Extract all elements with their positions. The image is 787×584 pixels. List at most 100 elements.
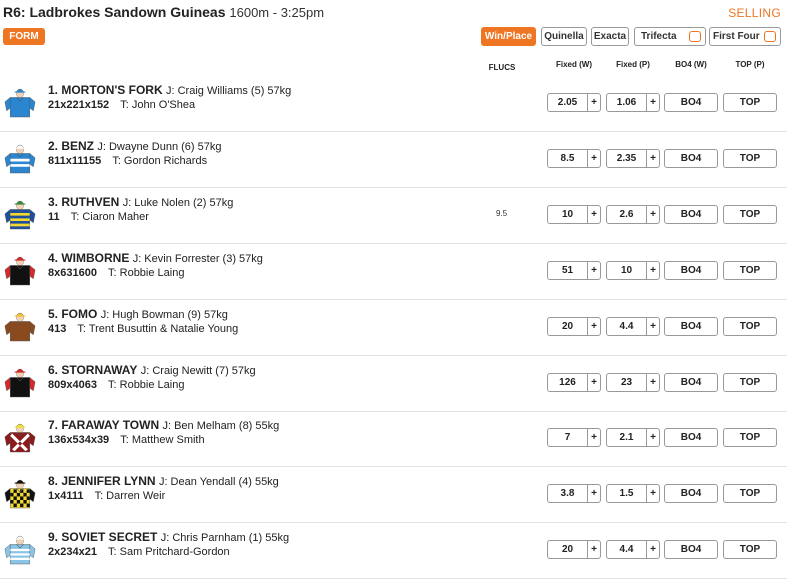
fixed-win-odds-button[interactable]: 2.05 + <box>547 93 601 112</box>
bo4-win-button[interactable]: BO4 <box>664 93 718 112</box>
tab-quinella[interactable]: Quinella <box>541 27 587 46</box>
fixed-place-odds-button[interactable]: 2.35 + <box>606 149 660 168</box>
form-figures: 11 <box>48 211 60 223</box>
add-to-betslip-plus-icon[interactable]: + <box>587 262 600 279</box>
horse-name[interactable]: 7. FARAWAY TOWN <box>48 418 159 432</box>
fixed-win-odds-button[interactable]: 20 + <box>547 317 601 336</box>
horse-name[interactable]: 1. MORTON'S FORK <box>48 83 163 97</box>
add-to-betslip-plus-icon[interactable]: + <box>646 206 659 223</box>
horse-name[interactable]: 5. FOMO <box>48 307 97 321</box>
add-to-betslip-plus-icon[interactable]: + <box>646 485 659 502</box>
bo4-win-button[interactable]: BO4 <box>664 373 718 392</box>
bo4-win-button[interactable]: BO4 <box>664 261 718 280</box>
add-to-betslip-plus-icon[interactable]: + <box>646 94 659 111</box>
top-place-button[interactable]: TOP <box>723 428 777 447</box>
runner-row[interactable]: 6. STORNAWAY J: Craig Newitt (7) 57kg 80… <box>0 356 787 412</box>
runner-row[interactable]: 8. JENNIFER LYNN J: Dean Yendall (4) 55k… <box>0 467 787 523</box>
add-to-betslip-plus-icon[interactable]: + <box>587 206 600 223</box>
jockey-silk-icon <box>4 306 36 344</box>
jockey-silk-icon <box>4 473 36 511</box>
bo4-win-button[interactable]: BO4 <box>664 205 718 224</box>
horse-name[interactable]: 6. STORNAWAY <box>48 363 137 377</box>
runner-row[interactable]: 1. MORTON'S FORK J: Craig Williams (5) 5… <box>0 76 787 132</box>
add-to-betslip-plus-icon[interactable]: + <box>587 374 600 391</box>
form-figures: 809x4063 <box>48 379 97 391</box>
runner-row[interactable]: 7. FARAWAY TOWN J: Ben Melham (8) 55kg 1… <box>0 411 787 467</box>
add-to-betslip-plus-icon[interactable]: + <box>646 150 659 167</box>
runner-row[interactable]: 3. RUTHVEN J: Luke Nolen (2) 57kg 11 T: … <box>0 188 787 244</box>
jockey-info: J: Dwayne Dunn (6) 57kg <box>97 141 222 153</box>
bo4-win-button[interactable]: BO4 <box>664 317 718 336</box>
fixed-win-odds-button[interactable]: 10 + <box>547 205 601 224</box>
top-place-button[interactable]: TOP <box>723 205 777 224</box>
fixed-win-odds-button[interactable]: 20 + <box>547 540 601 559</box>
win-odds: 3.8 <box>560 488 575 499</box>
top-place-button[interactable]: TOP <box>723 261 777 280</box>
trainer-info: T: Gordon Richards <box>112 155 208 167</box>
add-to-betslip-plus-icon[interactable]: + <box>587 94 600 111</box>
bo4-win-button[interactable]: BO4 <box>664 484 718 503</box>
horse-name[interactable]: 3. RUTHVEN <box>48 195 119 209</box>
tab-label: Win/Place <box>484 31 533 42</box>
add-to-betslip-plus-icon[interactable]: + <box>587 318 600 335</box>
add-to-betslip-plus-icon[interactable]: + <box>587 429 600 446</box>
runner-line-1: 6. STORNAWAY J: Craig Newitt (7) 57kg <box>48 363 256 377</box>
add-to-betslip-plus-icon[interactable]: + <box>646 541 659 558</box>
tab-trifecta[interactable]: Trifecta <box>634 27 706 46</box>
fixed-win-odds-button[interactable]: 126 + <box>547 373 601 392</box>
horse-name[interactable]: 2. BENZ <box>48 139 94 153</box>
top-place-button[interactable]: TOP <box>723 93 777 112</box>
jockey-info: J: Kevin Forrester (3) 57kg <box>132 253 263 265</box>
race-name: Ladbrokes Sandown Guineas <box>29 4 226 20</box>
fixed-place-odds-button[interactable]: 1.5 + <box>606 484 660 503</box>
runner-row[interactable]: 2. BENZ J: Dwayne Dunn (6) 57kg 811x1115… <box>0 132 787 188</box>
fixed-win-odds-button[interactable]: 3.8 + <box>547 484 601 503</box>
add-to-betslip-plus-icon[interactable]: + <box>587 485 600 502</box>
horse-name[interactable]: 4. WIMBORNE <box>48 251 129 265</box>
add-to-betslip-plus-icon[interactable]: + <box>646 374 659 391</box>
win-odds: 126 <box>559 377 576 388</box>
add-to-betslip-plus-icon[interactable]: + <box>646 318 659 335</box>
jockey-info: J: Chris Parnham (1) 55kg <box>160 532 290 544</box>
fixed-place-odds-button[interactable]: 4.4 + <box>606 540 660 559</box>
top-place-button[interactable]: TOP <box>723 540 777 559</box>
trifecta-checkbox[interactable] <box>689 31 701 42</box>
runner-row[interactable]: 9. SOVIET SECRET J: Chris Parnham (1) 55… <box>0 523 787 579</box>
top-place-button[interactable]: TOP <box>723 317 777 336</box>
runner-row[interactable]: 4. WIMBORNE J: Kevin Forrester (3) 57kg … <box>0 244 787 300</box>
runner-line-2: 413 T: Trent Busuttin & Natalie Young <box>48 323 238 335</box>
fixed-win-odds-button[interactable]: 7 + <box>547 428 601 447</box>
horse-name[interactable]: 9. SOVIET SECRET <box>48 530 157 544</box>
top-place-button[interactable]: TOP <box>723 149 777 168</box>
horse-name[interactable]: 8. JENNIFER LYNN <box>48 474 156 488</box>
fixed-place-odds-button[interactable]: 23 + <box>606 373 660 392</box>
bo4-win-button[interactable]: BO4 <box>664 428 718 447</box>
first-four-checkbox[interactable] <box>764 31 776 42</box>
top-place-button[interactable]: TOP <box>723 373 777 392</box>
fixed-place-odds-button[interactable]: 4.4 + <box>606 317 660 336</box>
tab-first-four[interactable]: First Four <box>709 27 781 46</box>
add-to-betslip-plus-icon[interactable]: + <box>587 150 600 167</box>
add-to-betslip-plus-icon[interactable]: + <box>646 262 659 279</box>
top-place-button[interactable]: TOP <box>723 484 777 503</box>
bo4-win-button[interactable]: BO4 <box>664 540 718 559</box>
bo4-win-button[interactable]: BO4 <box>664 149 718 168</box>
tab-win-place[interactable]: Win/Place <box>481 27 536 46</box>
tab-exacta[interactable]: Exacta <box>591 27 629 46</box>
runner-row[interactable]: 5. FOMO J: Hugh Bowman (9) 57kg 413 T: T… <box>0 300 787 356</box>
runner-line-2: 8x631600 T: Robbie Laing <box>48 267 184 279</box>
fixed-win-odds-button[interactable]: 8.5 + <box>547 149 601 168</box>
fixed-place-odds-button[interactable]: 10 + <box>606 261 660 280</box>
form-figures: 811x11155 <box>48 155 102 167</box>
add-to-betslip-plus-icon[interactable]: + <box>646 429 659 446</box>
fixed-win-odds-button[interactable]: 51 + <box>547 261 601 280</box>
jockey-info: J: Hugh Bowman (9) 57kg <box>100 309 228 321</box>
runner-line-2: 809x4063 T: Robbie Laing <box>48 379 184 391</box>
fixed-place-odds-button[interactable]: 1.06 + <box>606 93 660 112</box>
fixed-place-odds-button[interactable]: 2.1 + <box>606 428 660 447</box>
col-top-place: TOP (P) <box>735 60 765 69</box>
form-button[interactable]: FORM <box>3 28 45 45</box>
add-to-betslip-plus-icon[interactable]: + <box>587 541 600 558</box>
col-bo4-win: BO4 (W) <box>675 60 707 69</box>
fixed-place-odds-button[interactable]: 2.6 + <box>606 205 660 224</box>
